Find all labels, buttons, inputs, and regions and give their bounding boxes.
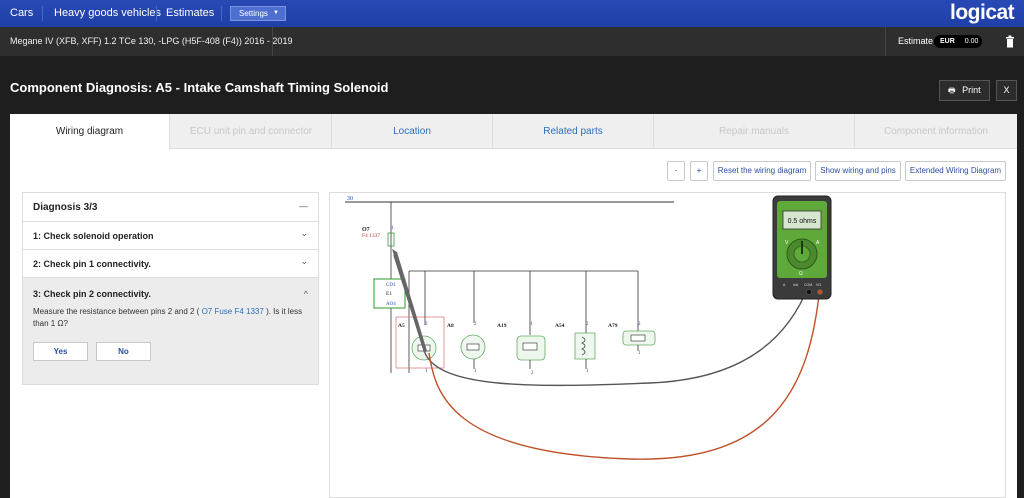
step-label: 2: Check pin 1 connectivity. — [33, 259, 151, 269]
component-a19-pin: 2 — [531, 371, 534, 376]
tab-related-parts[interactable]: Related parts — [493, 114, 654, 149]
zoom-out-button[interactable]: - — [667, 161, 685, 181]
estimate-label: Estimate — [898, 36, 934, 46]
component-a19-pin: 1 — [530, 322, 533, 327]
meter-reading: 0.5 ohms — [788, 218, 817, 225]
component-a79-pin: 1 — [638, 351, 641, 356]
red-probe-lead[interactable] — [428, 284, 821, 460]
valve-coil — [630, 334, 646, 342]
multimeter[interactable]: 0.5 ohms V A Ω A mA COM VΩ — [772, 195, 832, 300]
component-a79-name: A79 — [608, 323, 618, 329]
estimate-widget[interactable]: Estimate EUR 0.00 — [885, 27, 995, 56]
solenoid-coil — [466, 343, 480, 351]
tab-ecu-pin-connector: ECU unit pin and connector — [171, 114, 332, 149]
black-probe-lead[interactable] — [393, 254, 810, 387]
component-a5-pin: 1 — [425, 369, 428, 374]
reset-wiring-button[interactable]: Reset the wiring diagram — [713, 161, 811, 181]
diagnosis-title: Diagnosis 3/3 — [33, 202, 98, 213]
ecu-connector: CD1 — [386, 283, 396, 288]
no-button[interactable]: No — [96, 342, 151, 361]
page-header: Component Diagnosis: A5 - Intake Camshaf… — [0, 68, 1024, 114]
tab-repair-manuals: Repair manuals — [654, 114, 855, 149]
wiring-diagram[interactable]: 30 O7 F4 1337 1 CD1 E1 AO4 A5 2 1 A8 2 1… — [329, 192, 1006, 498]
settings-dropdown[interactable]: Settings ▼ — [230, 6, 286, 21]
estimate-total: EUR 0.00 — [934, 35, 982, 48]
print-label: Print — [962, 85, 981, 95]
chevron-down-icon: ⌄ — [300, 228, 308, 238]
print-button[interactable]: 🖶 Print — [939, 80, 990, 101]
wiring-diagram-canvas[interactable]: 30 O7 F4 1337 1 CD1 E1 AO4 A5 2 1 A8 2 1… — [330, 193, 1006, 498]
component-a5-name: A5 — [398, 323, 405, 329]
bus-label: 30 — [347, 196, 353, 202]
printer-icon: 🖶 — [948, 86, 956, 95]
component-a19-name: A19 — [497, 323, 507, 329]
step-label[interactable]: 3: Check pin 2 connectivity. — [33, 289, 151, 299]
divider — [272, 27, 273, 56]
component-a8-name: A8 — [447, 323, 454, 329]
close-button[interactable]: X — [996, 80, 1017, 101]
show-wiring-pins-button[interactable]: Show wiring and pins — [815, 161, 901, 181]
diagnosis-panel: Diagnosis 3/3 — 1: Check solenoid operat… — [22, 192, 319, 385]
top-nav-bar: Cars Heavy goods vehicles Estimates Sett… — [0, 0, 1024, 27]
component-a54-name: A54 — [555, 323, 565, 329]
yes-button[interactable]: Yes — [33, 342, 88, 361]
vehicle-selector[interactable]: Megane IV (XFB, XFF) 1.2 TCe 130, -LPG (… — [10, 27, 304, 56]
fuse-link[interactable]: O7 Fuse F4 1337 — [202, 307, 264, 316]
step-instruction: Measure the resistance between pins 2 an… — [33, 306, 303, 330]
zoom-in-button[interactable]: + — [690, 161, 708, 181]
instruction-text: Measure the resistance between pins 2 an… — [33, 307, 200, 316]
extended-wiring-button[interactable]: Extended Wiring Diagram — [905, 161, 1006, 181]
fuse-code: F4 1337 — [362, 233, 380, 239]
chevron-up-icon[interactable]: ^ — [304, 289, 308, 299]
settings-label: Settings — [239, 9, 268, 18]
tab-bar: Wiring diagram ECU unit pin and connecto… — [10, 114, 1017, 150]
component-a8-pin: 1 — [474, 369, 477, 374]
port-label: mA — [793, 283, 799, 287]
nav-estimates[interactable]: Estimates — [156, 0, 224, 27]
ecu-pin: AO4 — [386, 302, 396, 307]
tab-location[interactable]: Location — [332, 114, 493, 149]
port-label: COM — [804, 283, 812, 287]
component-a79-pin: 2 — [638, 322, 641, 327]
port-label: VΩ — [816, 283, 821, 287]
vohm-port — [817, 289, 823, 295]
diagnosis-header: Diagnosis 3/3 — — [23, 193, 318, 222]
estimate-amount: 0.00 — [964, 38, 979, 45]
chevron-down-icon: ⌄ — [300, 256, 308, 266]
component-a54-pin: 2 — [586, 322, 589, 327]
diagnosis-step-1[interactable]: 1: Check solenoid operation ⌄ — [23, 222, 318, 250]
ecu-name: E1 — [386, 291, 392, 297]
trash-icon[interactable] — [1005, 35, 1015, 48]
nav-divider — [221, 6, 222, 21]
component-a8-pin: 2 — [474, 322, 477, 327]
diagnosis-step-3: 3: Check pin 2 connectivity. ^ Measure t… — [23, 278, 318, 384]
actuator-coil — [522, 342, 538, 351]
page-title: Component Diagnosis: A5 - Intake Camshaf… — [10, 80, 389, 95]
caret-down-icon: ▼ — [273, 10, 279, 16]
diagnosis-step-2[interactable]: 2: Check pin 1 connectivity. ⌄ — [23, 250, 318, 278]
collapse-icon[interactable]: — — [299, 201, 308, 211]
nav-heavy-goods-vehicles[interactable]: Heavy goods vehicles — [44, 0, 171, 27]
com-port — [806, 289, 812, 295]
component-a54-pin: 1 — [586, 369, 589, 374]
vehicle-bar: Megane IV (XFB, XFF) 1.2 TCe 130, -LPG (… — [0, 27, 1024, 56]
currency-label: EUR — [940, 38, 955, 45]
nav-divider — [42, 6, 43, 21]
meter-ohm-label: Ω — [799, 271, 803, 277]
nav-cars[interactable]: Cars — [0, 0, 43, 27]
fuse-pin: 1 — [391, 226, 394, 231]
logo: logicat — [950, 1, 1015, 24]
main-panel: Wiring diagram ECU unit pin and connecto… — [10, 114, 1017, 498]
component-a5-pin: 2 — [425, 322, 428, 327]
tab-component-information: Component information — [884, 126, 988, 137]
step-label: 1: Check solenoid operation — [33, 231, 154, 241]
tab-wiring-diagram[interactable]: Wiring diagram — [10, 114, 170, 150]
